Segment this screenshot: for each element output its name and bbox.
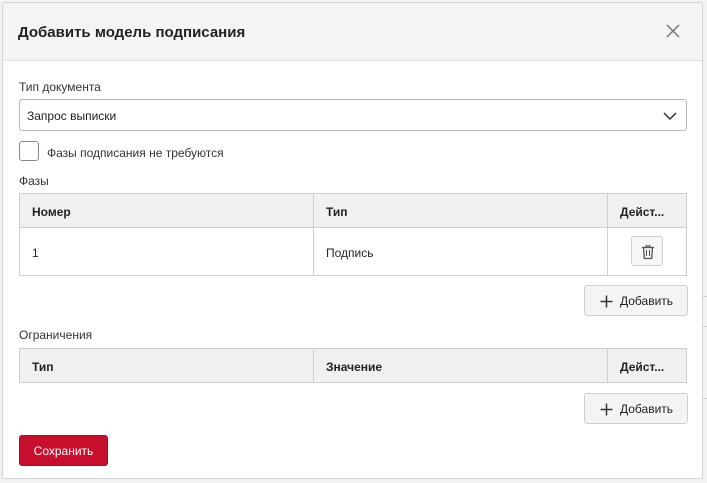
close-icon bbox=[666, 24, 680, 38]
column-divider bbox=[607, 194, 608, 275]
phases-table-header: Номер Тип Дейст... bbox=[20, 194, 686, 228]
no-phases-checkbox[interactable] bbox=[19, 141, 39, 161]
column-header-actions[interactable]: Дейст... bbox=[620, 360, 664, 374]
column-header-type[interactable]: Тип bbox=[32, 360, 54, 374]
chevron-down-icon bbox=[663, 112, 677, 121]
no-phases-checkbox-label: Фазы подписания не требуются bbox=[47, 146, 224, 160]
trash-icon bbox=[642, 245, 654, 260]
document-type-label: Тип документа bbox=[19, 80, 101, 94]
plus-icon bbox=[600, 403, 613, 416]
column-header-value[interactable]: Значение bbox=[326, 360, 382, 374]
column-divider bbox=[313, 349, 314, 382]
close-button[interactable] bbox=[664, 22, 682, 40]
save-button-label: Сохранить bbox=[33, 444, 94, 458]
add-phase-button[interactable]: Добавить bbox=[584, 285, 688, 316]
plus-icon bbox=[600, 295, 613, 308]
add-restriction-button-label: Добавить bbox=[620, 402, 674, 416]
dialog-title: Добавить модель подписания bbox=[18, 24, 246, 41]
column-divider bbox=[313, 194, 314, 275]
column-header-actions[interactable]: Дейст... bbox=[620, 205, 664, 219]
dialog-header: Добавить модель подписания bbox=[3, 3, 702, 61]
add-restriction-button[interactable]: Добавить bbox=[584, 393, 688, 424]
column-header-number[interactable]: Номер bbox=[32, 205, 71, 219]
add-phase-button-label: Добавить bbox=[620, 294, 674, 308]
document-type-select[interactable]: Запрос выписки bbox=[19, 99, 687, 131]
save-button[interactable]: Сохранить bbox=[19, 435, 108, 466]
phase-type-cell: Подпись bbox=[326, 246, 374, 260]
column-divider bbox=[607, 349, 608, 382]
restrictions-label: Ограничения bbox=[19, 328, 93, 342]
phases-table: Номер Тип Дейст... 1 Подпись bbox=[19, 193, 687, 276]
add-signing-model-dialog: Добавить модель подписания Тип документа… bbox=[2, 2, 703, 479]
delete-phase-button[interactable] bbox=[631, 236, 663, 266]
document-type-value: Запрос выписки bbox=[27, 109, 117, 123]
phases-label: Фазы bbox=[19, 174, 49, 188]
column-header-type[interactable]: Тип bbox=[326, 205, 348, 219]
phase-number-cell: 1 bbox=[32, 246, 39, 260]
restrictions-table-header: Тип Значение Дейст... bbox=[20, 349, 686, 382]
restrictions-table: Тип Значение Дейст... bbox=[19, 348, 687, 383]
